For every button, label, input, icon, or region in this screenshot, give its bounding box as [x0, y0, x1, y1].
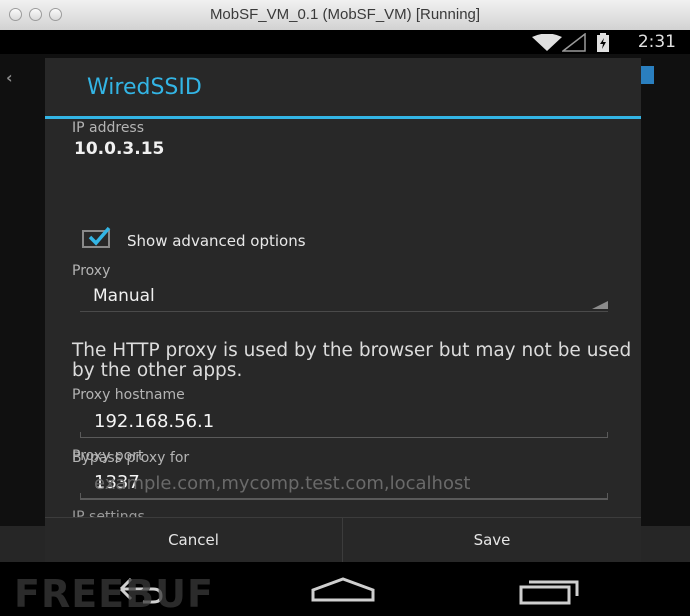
wifi-icon — [532, 34, 562, 51]
proxy-label: Proxy — [72, 263, 111, 279]
dialog-button-bar: Cancel Save — [45, 517, 641, 563]
show-advanced-checkbox[interactable] — [82, 226, 111, 248]
recent-apps-icon[interactable] — [517, 576, 581, 606]
proxy-selected-value: Manual — [93, 286, 155, 306]
virtualbox-window: MobSF_VM_0.1 (MobSF_VM) [Running] 2:31 ‹… — [0, 0, 690, 616]
android-status-bar: 2:31 — [0, 30, 690, 54]
ip-settings-label: IP settings — [72, 509, 145, 517]
wifi-settings-dialog: WiredSSID IP address 10.0.3.15 Show adva… — [45, 58, 641, 563]
bypass-proxy-input[interactable] — [92, 471, 604, 495]
window-title-bar: MobSF_VM_0.1 (MobSF_VM) [Running] — [0, 0, 690, 31]
show-advanced-label[interactable]: Show advanced options — [127, 232, 306, 250]
bypass-proxy-field[interactable] — [80, 469, 608, 500]
dialog-title: WiredSSID — [87, 75, 202, 100]
background-accent — [640, 66, 654, 84]
bypass-proxy-label: Bypass proxy for — [72, 450, 190, 466]
dropdown-arrow-icon — [592, 301, 608, 309]
checkmark-icon — [88, 226, 111, 246]
status-clock: 2:31 — [637, 32, 676, 52]
proxy-hostname-label: Proxy hostname — [72, 387, 185, 403]
ip-address-label: IP address — [72, 120, 145, 136]
cancel-button[interactable]: Cancel — [45, 518, 342, 563]
proxy-hostname-value: 192.168.56.1 — [94, 411, 215, 432]
back-caret-icon: ‹ — [6, 68, 13, 87]
save-button[interactable]: Save — [343, 518, 641, 563]
proxy-spinner[interactable]: Manual — [80, 286, 608, 312]
cell-signal-icon — [562, 33, 586, 52]
proxy-hostname-field[interactable]: 192.168.56.1 — [80, 407, 608, 438]
battery-icon — [597, 33, 609, 52]
freebuf-watermark: FREEBUF — [14, 572, 214, 616]
window-title: MobSF_VM_0.1 (MobSF_VM) [Running] — [209, 6, 481, 23]
home-icon[interactable] — [310, 576, 376, 604]
proxy-info-text: The HTTP proxy is used by the browser bu… — [72, 340, 632, 381]
ip-address-value: 10.0.3.15 — [74, 139, 165, 159]
